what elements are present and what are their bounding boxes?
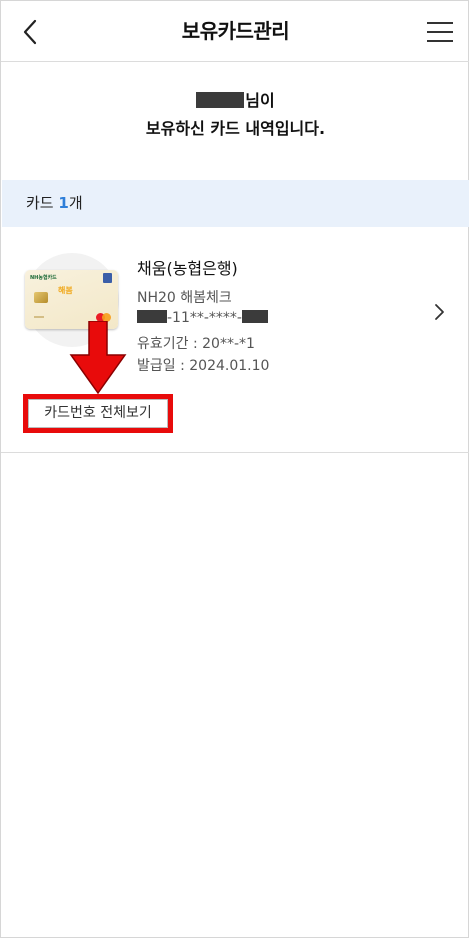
red-arrow-annotation bbox=[69, 321, 127, 395]
card-chip-icon bbox=[34, 292, 48, 303]
screen-frame: 보유카드관리 님이 보유하신 카드 내역입니다. 카드 1개 NH농협카드 해봄… bbox=[0, 0, 469, 938]
card-number: -11**-****- bbox=[137, 310, 268, 326]
masked-card-number-start bbox=[137, 310, 167, 323]
back-button[interactable] bbox=[15, 15, 49, 49]
greeting-message: 보유하신 카드 내역입니다. bbox=[145, 119, 326, 138]
card-count-bar: 카드 1개 bbox=[2, 180, 469, 227]
header: 보유카드관리 bbox=[1, 1, 469, 62]
menu-button[interactable] bbox=[421, 17, 459, 47]
greeting-name-suffix: 님이 bbox=[245, 91, 275, 110]
card-count-unit: 개 bbox=[68, 194, 83, 212]
card-expiry: 유효기간 : 20**-*1 bbox=[137, 336, 255, 352]
hamburger-menu-icon bbox=[427, 22, 453, 42]
page-title: 보유카드관리 bbox=[181, 19, 290, 43]
card-detail-button[interactable] bbox=[431, 301, 447, 323]
chevron-left-icon bbox=[23, 19, 37, 45]
card-number-middle: -11**-****- bbox=[167, 310, 242, 326]
card-count-label: 카드 bbox=[26, 194, 54, 212]
card-count-number: 1 bbox=[58, 194, 69, 212]
card-issue-date: 발급일 : 2024.01.10 bbox=[137, 358, 270, 374]
greeting: 님이 보유하신 카드 내역입니다. bbox=[1, 87, 469, 143]
chevron-right-icon bbox=[435, 304, 444, 320]
masked-card-number-end bbox=[241, 310, 268, 323]
masked-user-name bbox=[196, 92, 245, 108]
card-stripe bbox=[34, 316, 44, 318]
greeting-name-line: 님이 bbox=[1, 87, 469, 115]
card-name: 채움(농협은행) bbox=[137, 259, 238, 278]
view-full-card-number-button[interactable]: 카드번호 전체보기 bbox=[23, 394, 173, 433]
card-product: NH20 해봄체크 bbox=[137, 290, 232, 306]
view-full-card-number-label: 카드번호 전체보기 bbox=[28, 399, 168, 428]
card-image-logo: 해봄 bbox=[58, 286, 73, 295]
card-image-brand: NH농협카드 bbox=[30, 275, 57, 281]
card-tag-icon bbox=[103, 273, 112, 283]
